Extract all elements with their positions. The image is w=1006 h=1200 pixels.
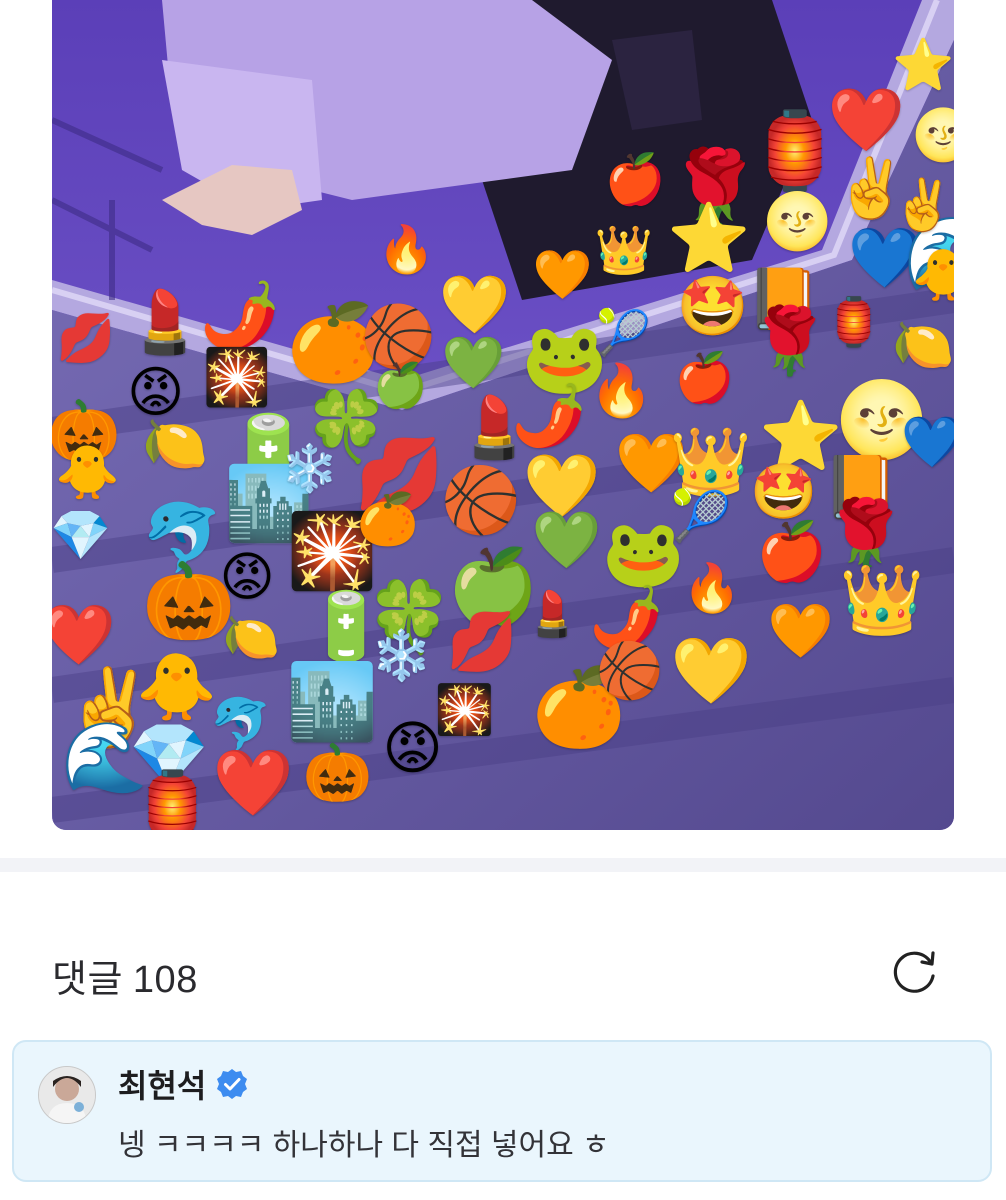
refresh-icon [893,951,935,993]
verified-check-icon [217,1069,248,1099]
photo-background [52,0,954,830]
comments-header: 댓글 108 [52,940,954,1004]
comment-author-name[interactable]: 최현석 [118,1061,206,1107]
comment-author-row: 최현석 [118,1064,248,1104]
comments-title: 댓글 108 [52,948,198,1003]
comment-text: 넹 ㅋㅋㅋㅋ 하나하나 다 직접 넣어요 ㅎ [118,1129,610,1162]
avatar-image [39,1067,95,1123]
section-divider [0,858,1006,872]
verified-badge [216,1068,248,1100]
refresh-button[interactable] [888,944,944,1000]
comment-item[interactable]: 최현석 넹 ㅋㅋㅋㅋ 하나하나 다 직접 넣어요 ㅎ [12,1040,992,1182]
post-page: 💋 💄 🌶️ 🔥 🍎 🌹 🏮 ❤️ 🎃 😡 🎇 🍊 🏀 💛 🧡 👑 ⭐ 🌝 ✌️ 🐥 🍋 🔋 🍀 🍏 💚 🐸 🎾 🤩 📙 💙 🌊 💎 🐬 🏙️ ❄️… [0,0,1006,1200]
comments-count: 108 [132,959,198,1001]
comments-label: 댓글 [52,959,123,1001]
avatar[interactable] [38,1066,96,1124]
post-image[interactable]: 💋 💄 🌶️ 🔥 🍎 🌹 🏮 ❤️ 🎃 😡 🎇 🍊 🏀 💛 🧡 👑 ⭐ 🌝 ✌️ 🐥 🍋 🔋 🍀 🍏 💚 🐸 🎾 🤩 📙 💙 🌊 💎 🐬 🏙️ ❄️… [52,0,954,830]
